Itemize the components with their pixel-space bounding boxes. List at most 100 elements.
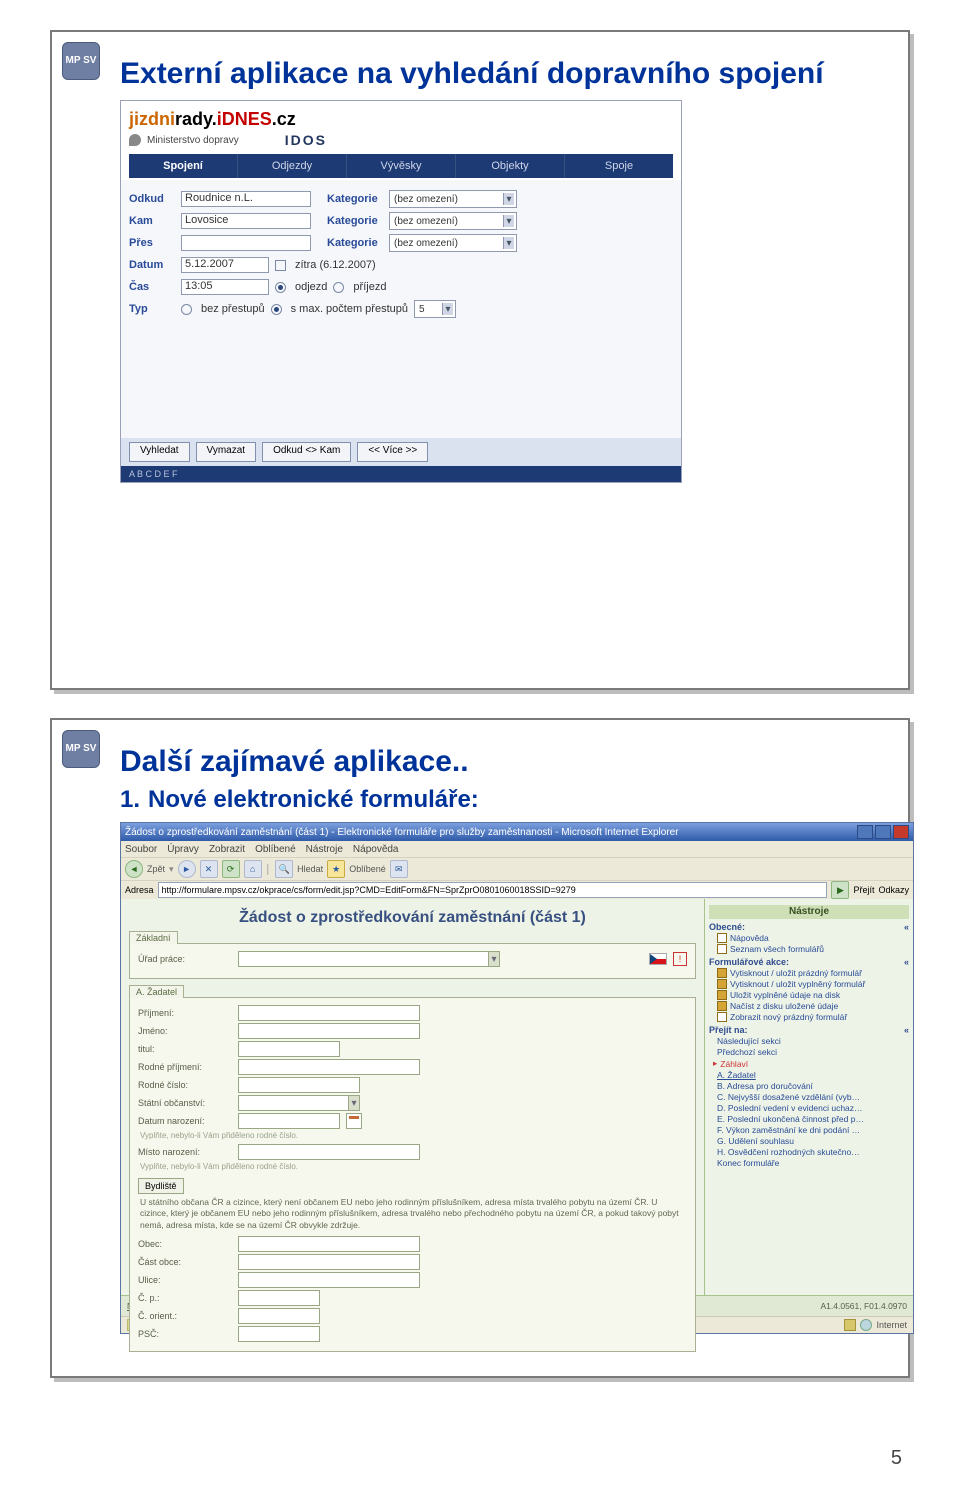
- input-cas[interactable]: 13:05: [181, 279, 269, 295]
- idos-tab-odjezdy[interactable]: Odjezdy: [238, 154, 347, 178]
- input-cast-obce[interactable]: [238, 1254, 420, 1270]
- select-kategorie-1[interactable]: (bez omezení)▾: [389, 190, 517, 208]
- goto-C[interactable]: C. Nejvyšší dosažené vzdělání (vyb…: [717, 1092, 909, 1102]
- tools-print-filled[interactable]: Vytisknout / uložit vyplněný formulář: [717, 979, 909, 989]
- tools-load-disk[interactable]: Načíst z disku uložené údaje: [717, 1001, 909, 1011]
- goto-A[interactable]: A. Žadatel: [717, 1070, 909, 1080]
- select-urad-prace[interactable]: ▾: [238, 951, 500, 967]
- go-icon[interactable]: ▶: [831, 881, 849, 899]
- goto-G[interactable]: G. Udělení souhlasu: [717, 1136, 909, 1146]
- menu-napoveda[interactable]: Nápověda: [353, 844, 399, 855]
- select-max-prestupu[interactable]: 5▾: [414, 300, 456, 318]
- input-psc[interactable]: [238, 1326, 320, 1342]
- select-kategorie-3[interactable]: (bez omezení)▾: [389, 234, 517, 252]
- input-rodne-cislo[interactable]: [238, 1077, 360, 1093]
- slide2-title: Další zajímavé aplikace..: [120, 744, 882, 780]
- radio-prijezd[interactable]: [333, 282, 344, 293]
- idos-tab-spojeni[interactable]: Spojení: [129, 154, 238, 178]
- maximize-icon[interactable]: [875, 825, 891, 839]
- btn-vyhledat[interactable]: Vyhledat: [129, 442, 190, 462]
- goto-H[interactable]: H. Osvědčení rozhodných skutečno…: [717, 1147, 909, 1157]
- tools-new-empty[interactable]: Zobrazit nový prázdný formulář: [717, 1012, 909, 1022]
- input-kam[interactable]: Lovosice: [181, 213, 311, 229]
- form-title: Žádost o zprostředkování zaměstnání (čás…: [129, 909, 696, 927]
- minimize-icon[interactable]: [857, 825, 873, 839]
- menu-nastroje[interactable]: Nástroje: [306, 844, 343, 855]
- input-prijmeni[interactable]: [238, 1005, 420, 1021]
- input-datum[interactable]: 5.12.2007: [181, 257, 269, 273]
- collapse-icon[interactable]: «: [904, 1025, 909, 1035]
- goto-F[interactable]: F. Výkon zaměstnání ke dni podání …: [717, 1125, 909, 1135]
- menu-zobrazit[interactable]: Zobrazit: [209, 844, 245, 855]
- goto-zahlavi[interactable]: ▸ Záhlaví: [713, 1058, 909, 1069]
- input-rodne-prijmeni[interactable]: [238, 1059, 420, 1075]
- menu-oblibene[interactable]: Oblíbené: [255, 844, 296, 855]
- collapse-icon[interactable]: «: [904, 922, 909, 932]
- btn-vice[interactable]: << Více >>: [357, 442, 428, 462]
- input-jmeno[interactable]: [238, 1023, 420, 1039]
- btn-swap[interactable]: Odkud <> Kam: [262, 442, 351, 462]
- select-st-obcanstvi[interactable]: ▾: [238, 1095, 360, 1111]
- slide-2: MP SV Další zajímavé aplikace.. 1.Nové e…: [50, 718, 910, 1378]
- error-icon[interactable]: !: [673, 952, 687, 966]
- tools-seznam[interactable]: Seznam všech formulářů: [717, 944, 909, 954]
- calendar-icon[interactable]: [346, 1113, 362, 1129]
- btn-bydliste[interactable]: Bydliště: [138, 1178, 184, 1194]
- stop-icon[interactable]: ✕: [200, 860, 218, 878]
- btn-vymazat[interactable]: Vymazat: [196, 442, 257, 462]
- input-titul[interactable]: [238, 1041, 340, 1057]
- flag-cz-icon[interactable]: [649, 953, 667, 965]
- history-icon[interactable]: ✉: [390, 860, 408, 878]
- lbl-bez-prestupu: bez přestupů: [201, 303, 265, 315]
- tools-print-empty[interactable]: Vytisknout / uložit prázdný formulář: [717, 968, 909, 978]
- input-pres[interactable]: [181, 235, 311, 251]
- fieldset-zadatel: Příjmení: Jméno: titul: Rodné příjmení: …: [129, 997, 696, 1352]
- tools-sec-obecne: Obecné:« Nápověda Seznam všech formulářů: [709, 922, 909, 954]
- refresh-icon[interactable]: ⟳: [222, 860, 240, 878]
- goto-end[interactable]: Konec formuláře: [717, 1158, 909, 1168]
- lbl-urad-prace: Úřad práce:: [138, 954, 234, 964]
- idos-tab-vyvesky[interactable]: Vývěsky: [347, 154, 456, 178]
- checkbox-zitra[interactable]: [275, 260, 286, 271]
- input-odkud[interactable]: Roudnice n.L.: [181, 191, 311, 207]
- favorites-icon[interactable]: ★: [327, 860, 345, 878]
- select-kategorie-2[interactable]: (bez omezení)▾: [389, 212, 517, 230]
- ie-page-content: Žádost o zprostředkování zaměstnání (čás…: [121, 899, 913, 1295]
- formtab-section-a[interactable]: A. Žadatel: [129, 985, 184, 998]
- goto-E[interactable]: E. Poslední ukončená činnost před p…: [717, 1114, 909, 1124]
- input-obec[interactable]: [238, 1236, 420, 1252]
- addr-label: Adresa: [125, 885, 154, 895]
- goto-G-t: G. Udělení souhlasu: [717, 1136, 794, 1146]
- input-ulice[interactable]: [238, 1272, 420, 1288]
- menu-upravy[interactable]: Úpravy: [167, 844, 199, 855]
- formtab-zakladni[interactable]: Základní: [129, 931, 178, 944]
- input-corient[interactable]: [238, 1308, 320, 1324]
- menu-soubor[interactable]: Soubor: [125, 844, 157, 855]
- input-misto-narozeni[interactable]: [238, 1144, 420, 1160]
- idos-subbrand: Ministerstvo dopravy IDOS: [129, 132, 673, 148]
- input-datum-narozeni[interactable]: [238, 1113, 340, 1129]
- radio-max-prestupu[interactable]: [271, 304, 282, 315]
- forward-icon[interactable]: ►: [178, 860, 196, 878]
- goto-D[interactable]: D. Poslední vedení v evidenci uchaz…: [717, 1103, 909, 1113]
- input-cp[interactable]: [238, 1290, 320, 1306]
- goto-B[interactable]: B. Adresa pro doručování: [717, 1081, 909, 1091]
- search-icon[interactable]: 🔍: [275, 860, 293, 878]
- idos-tab-spoje[interactable]: Spoje: [565, 154, 673, 178]
- back-icon[interactable]: ◄: [125, 860, 143, 878]
- lbl-corient: Č. orient.:: [138, 1311, 234, 1321]
- radio-bez-prestupu[interactable]: [181, 304, 192, 315]
- globe-icon: [860, 1319, 872, 1331]
- tools-napoveda[interactable]: Nápověda: [717, 933, 909, 943]
- idos-tab-objekty[interactable]: Objekty: [456, 154, 565, 178]
- lbl-st-obcanstvi: Státní občanství:: [138, 1098, 234, 1108]
- fieldset-urad-prace: Úřad práce: ▾ !: [129, 943, 696, 979]
- home-icon[interactable]: ⌂: [244, 860, 262, 878]
- tools-save-disk[interactable]: Uložit vyplněné údaje na disk: [717, 990, 909, 1000]
- addr-input[interactable]: http://formulare.mpsv.cz/okprace/cs/form…: [158, 882, 828, 898]
- close-icon[interactable]: [893, 825, 909, 839]
- goto-next[interactable]: Následující sekci: [717, 1036, 909, 1046]
- goto-prev[interactable]: Předchozí sekci: [717, 1047, 909, 1057]
- radio-odjezd[interactable]: [275, 282, 286, 293]
- collapse-icon[interactable]: «: [904, 957, 909, 967]
